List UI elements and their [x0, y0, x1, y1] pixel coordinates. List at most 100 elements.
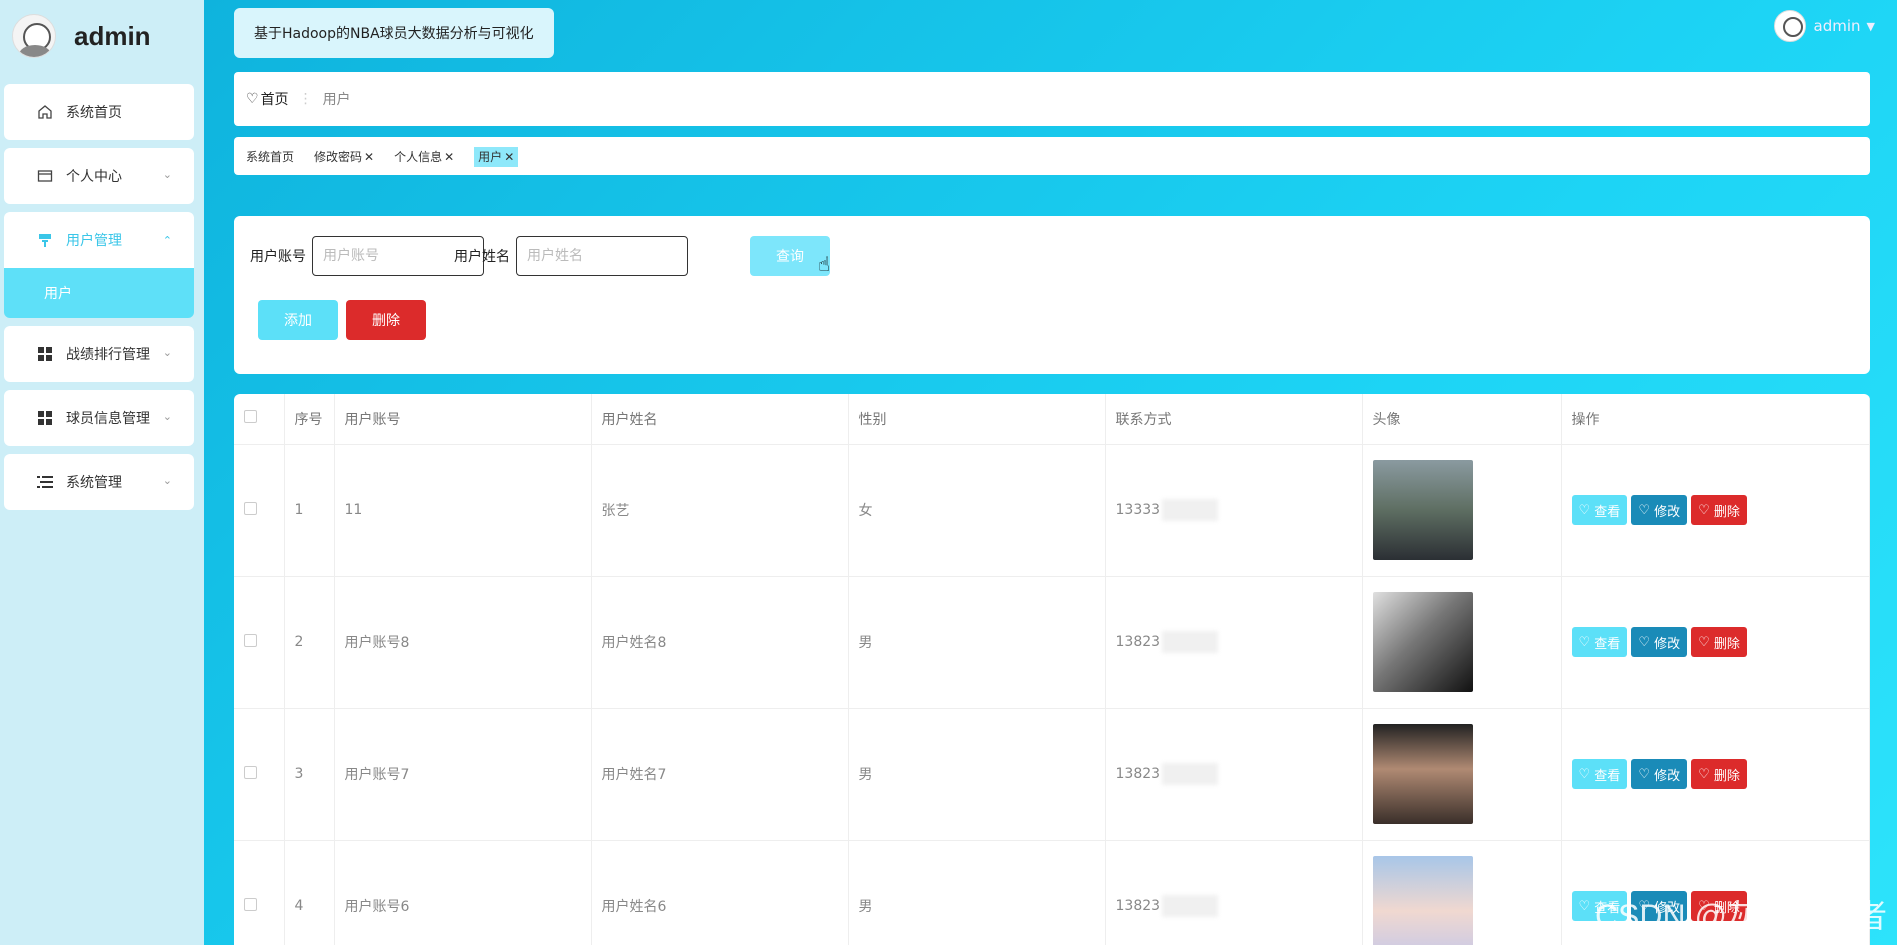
user-photo[interactable]	[1372, 460, 1473, 560]
sidebar-item-home[interactable]: 系统首页	[4, 84, 194, 140]
user-menu[interactable]: admin ▼	[1773, 10, 1875, 42]
phone-text: 13333	[1115, 502, 1161, 518]
grid-icon	[36, 409, 54, 427]
edit-label: 修改	[1654, 636, 1681, 652]
delete-label: 删除	[1713, 768, 1740, 784]
sidebar-item-label: 系统管理	[66, 475, 122, 491]
user-photo[interactable]	[1372, 592, 1473, 692]
cell-phone: 13823	[1105, 576, 1363, 709]
row-delete-button[interactable]: ♡ 删除	[1691, 759, 1747, 789]
heart-icon: ♡	[1698, 634, 1714, 650]
breadcrumb-current: 用户	[322, 92, 351, 108]
delete-label: 删除	[1713, 504, 1740, 520]
sidebar-item-players[interactable]: 球员信息管理 ⌄	[4, 390, 194, 446]
users-table: 序号 用户账号 用户姓名 性别 联系方式 头像 操作 1 11 张艺 女 133…	[234, 394, 1870, 945]
sidebar-item-system[interactable]: 系统管理 ⌄	[4, 454, 194, 510]
delete-button[interactable]: 删除	[346, 300, 426, 340]
chevron-up-icon: ⌃	[162, 234, 172, 247]
pointer-cursor-icon: ☝	[818, 252, 831, 276]
view-button[interactable]: ♡ 查看	[1571, 759, 1628, 789]
phone-text: 13823	[1115, 898, 1161, 914]
row-delete-button[interactable]: ♡ 删除	[1691, 627, 1747, 657]
close-icon[interactable]: ✕	[444, 150, 454, 164]
blurred-region	[1162, 631, 1219, 653]
breadcrumb-separator: ⋮	[298, 91, 313, 107]
sidebar-item-profile[interactable]: 个人中心 ⌄	[4, 148, 194, 204]
tab-label: 个人信息	[394, 150, 443, 164]
sidebar-item-label: 系统首页	[66, 105, 122, 121]
cell-account: 用户账号7	[334, 708, 592, 841]
cell-avatar	[1362, 576, 1562, 709]
card-icon	[36, 167, 54, 185]
name-input[interactable]	[516, 236, 688, 276]
tab-personal-info[interactable]: 个人信息 ✕	[394, 147, 454, 167]
heart-icon: ♡	[1578, 898, 1595, 914]
heart-icon: ♡	[1578, 766, 1595, 782]
edit-button[interactable]: ♡ 修改	[1631, 627, 1688, 657]
chevron-down-icon: ⌄	[162, 168, 172, 181]
row-checkbox[interactable]	[244, 501, 257, 515]
cell-index: 4	[284, 840, 335, 945]
heart-icon: ♡	[1578, 634, 1595, 650]
tabs-bar: 系统首页 修改密码 ✕ 个人信息 ✕ 用户 ✕	[234, 137, 1870, 175]
close-icon[interactable]: ✕	[504, 150, 514, 164]
row-checkbox[interactable]	[244, 897, 257, 911]
sidebar-item-ranking[interactable]: 战绩排行管理 ⌄	[4, 326, 194, 382]
heart-icon: ♡	[1638, 766, 1655, 782]
add-button[interactable]: 添加	[258, 300, 338, 340]
delete-label: 删除	[1713, 636, 1740, 652]
name-label: 用户姓名	[454, 249, 510, 265]
brand-name: admin	[74, 20, 151, 51]
tab-change-password[interactable]: 修改密码 ✕	[314, 147, 374, 167]
cell-name: 张艺	[591, 444, 849, 577]
view-button[interactable]: ♡ 查看	[1571, 627, 1628, 657]
tab-label: 用户	[478, 150, 503, 164]
row-checkbox[interactable]	[244, 633, 257, 647]
sidebar-menu: 系统首页 个人中心 ⌄ 用户管理 ⌃ 用户 战绩排行管理 ⌄ 球员信息管理 ⌄ …	[4, 84, 194, 518]
row-delete-button[interactable]: ♡ 删除	[1691, 495, 1747, 525]
user-photo[interactable]	[1372, 856, 1473, 945]
edit-button[interactable]: ♡ 修改	[1631, 759, 1688, 789]
grid-icon	[36, 345, 54, 363]
tab-label: 修改密码	[314, 150, 363, 164]
view-label: 查看	[1594, 768, 1621, 784]
cell-account: 用户账号8	[334, 576, 592, 709]
heart-icon: ♡	[1578, 502, 1595, 518]
col-actions: 操作	[1561, 394, 1870, 445]
chevron-down-icon: ⌄	[162, 410, 172, 423]
view-button[interactable]: ♡ 查看	[1571, 495, 1628, 525]
user-photo[interactable]	[1372, 724, 1473, 824]
sidebar-item-user-manage[interactable]: 用户管理 ⌃	[4, 212, 194, 268]
select-all-checkbox[interactable]	[244, 410, 257, 424]
cell-phone: 13333	[1105, 444, 1363, 577]
col-index: 序号	[284, 394, 335, 445]
breadcrumb: ♡ 首页 ⋮ 用户	[234, 72, 1870, 126]
cell-actions: ♡ 查看 ♡ 修改 ♡ 删除	[1561, 444, 1870, 577]
close-icon[interactable]: ✕	[364, 150, 374, 164]
edit-label: 修改	[1654, 768, 1681, 784]
view-label: 查看	[1594, 636, 1621, 652]
user-manage-icon	[36, 231, 54, 249]
cell-index: 2	[284, 576, 335, 709]
row-checkbox[interactable]	[244, 765, 257, 779]
cell-gender: 男	[848, 840, 1106, 945]
blurred-region	[1162, 895, 1219, 917]
list-icon	[36, 473, 54, 491]
search-panel: 用户账号 用户姓名 查询 ☝ 添加 删除	[234, 216, 1870, 374]
sidebar-subitem-user[interactable]: 用户	[4, 268, 194, 318]
tab-user[interactable]: 用户 ✕	[474, 147, 519, 167]
sidebar-item-label: 个人中心	[66, 169, 122, 185]
edit-button[interactable]: ♡ 修改	[1631, 495, 1688, 525]
sidebar-item-label: 球员信息管理	[66, 411, 150, 427]
breadcrumb-home[interactable]: 首页	[261, 89, 289, 109]
cell-account: 用户账号6	[334, 840, 592, 945]
cell-index: 1	[284, 444, 335, 577]
caret-down-icon: ▼	[1866, 19, 1875, 33]
cell-name: 用户姓名6	[591, 840, 849, 945]
tab-home[interactable]: 系统首页	[246, 147, 294, 167]
cell-index: 3	[284, 708, 335, 841]
table-row: 1 11 张艺 女 13333 ♡ 查看 ♡ 修改 ♡ 删除	[234, 444, 1870, 577]
blurred-region	[1162, 763, 1219, 785]
heart-icon: ♡	[1638, 634, 1655, 650]
cell-name: 用户姓名8	[591, 576, 849, 709]
